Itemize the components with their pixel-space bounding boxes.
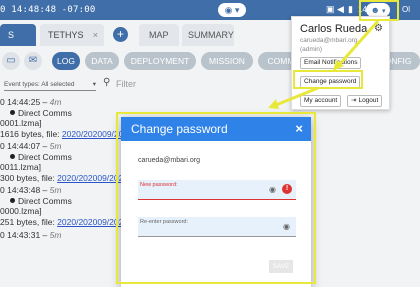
tab-log[interactable]: LOG	[52, 52, 80, 70]
clock: 0 14:48:48 -07:00	[0, 5, 96, 15]
layers-icon[interactable]: ▣	[326, 4, 335, 15]
tab-summary[interactable]: SUMMARY	[182, 24, 234, 46]
log-event: Direct Comms	[10, 196, 72, 206]
user-menu-button[interactable]: ☻ ▾	[366, 3, 390, 17]
log-size: 300 bytes, file: 2020/202009/20200	[0, 173, 133, 183]
logout-icon: ⇥	[351, 97, 357, 104]
tab-deployment[interactable]: DEPLOYMENT	[124, 52, 196, 70]
show-password-icon[interactable]: ◉	[269, 185, 276, 194]
signal-icon: ▮	[348, 4, 353, 14]
show-password-icon[interactable]: ◉	[283, 222, 290, 231]
search-icon: ⚲	[103, 77, 111, 88]
chevron-down-icon: ▾	[92, 81, 96, 88]
log-file: 0000.lzma]	[0, 206, 42, 216]
tab-active-platform[interactable]: S	[0, 24, 36, 46]
email-notifications-button[interactable]: Email Notifications	[300, 57, 362, 69]
new-password-field[interactable]: New password: ◉ !	[138, 180, 296, 200]
log-time: 0 14:43:48 – 5m	[0, 185, 62, 195]
user-menu-panel: Carlos Rueda ⚙ carueda@mbari.org (admin)…	[291, 16, 390, 110]
new-password-label: New password:	[140, 182, 178, 188]
log-size: 1616 bytes, file: 2020/202009/20200	[0, 129, 138, 139]
tab-data[interactable]: DATA	[85, 52, 119, 70]
sidebar-toggle-icon[interactable]: ▭	[2, 52, 20, 70]
log-event: Direct Comms	[10, 108, 72, 118]
bullet-icon	[10, 110, 15, 115]
visibility-menu-button[interactable]: ◉ ▾	[218, 3, 246, 17]
log-file: 0011.lzma]	[0, 162, 41, 172]
tab-map[interactable]: MAP	[139, 24, 179, 46]
close-icon[interactable]: ×	[295, 117, 303, 141]
close-icon[interactable]: ×	[93, 24, 98, 46]
user-name: Carlos Rueda	[300, 23, 368, 35]
change-password-dialog: Change password × carueda@mbari.org New …	[121, 117, 311, 287]
log-event: Direct Comms	[10, 152, 72, 162]
log-time: 0 14:44:07 – 5m	[0, 141, 62, 151]
bullet-icon	[10, 198, 15, 203]
user-role: (admin)	[300, 46, 323, 53]
top-right-text: Ol	[402, 5, 410, 14]
user-email: carueda@mbari.org	[300, 37, 358, 44]
log-time: 0 14:44:25 – 4m	[0, 97, 62, 107]
add-platform-button[interactable]: +	[113, 27, 128, 42]
log-size: 251 bytes, file: 2020/202009/20200	[0, 217, 133, 227]
mute-icon[interactable]: ◀	[337, 4, 344, 15]
account-icon: ☻	[370, 5, 380, 15]
log-file: 0001.lzma]	[0, 118, 42, 128]
my-account-button[interactable]: My account	[300, 95, 342, 107]
log-time: 0 14:43:31 – 5m	[0, 230, 62, 240]
save-button[interactable]: SAVE	[269, 260, 293, 273]
dialog-email: carueda@mbari.org	[138, 157, 200, 164]
change-password-button[interactable]: Change password	[300, 76, 361, 88]
error-icon: !	[282, 184, 292, 194]
chat-icon[interactable]: ✉	[24, 52, 42, 70]
dialog-header: Change password ×	[121, 117, 311, 141]
dialog-title: Change password	[131, 122, 228, 136]
tab-mission[interactable]: MISSION	[201, 52, 253, 70]
event-types-select[interactable]: Event types: All selected ▾	[4, 79, 96, 91]
tab-tethys[interactable]: TETHYS ×	[40, 24, 104, 46]
reenter-password-field[interactable]: Re-enter password: ◉	[138, 217, 296, 237]
bullet-icon	[10, 154, 15, 159]
logout-button[interactable]: ⇥ Logout	[347, 95, 383, 107]
tab-tethys-label: TETHYS	[48, 30, 84, 40]
reenter-password-label: Re-enter password:	[140, 219, 188, 225]
gear-icon[interactable]: ⚙	[374, 23, 383, 34]
filter-input[interactable]: Filter	[116, 79, 136, 89]
event-types-value: Event types: All selected	[4, 81, 75, 88]
